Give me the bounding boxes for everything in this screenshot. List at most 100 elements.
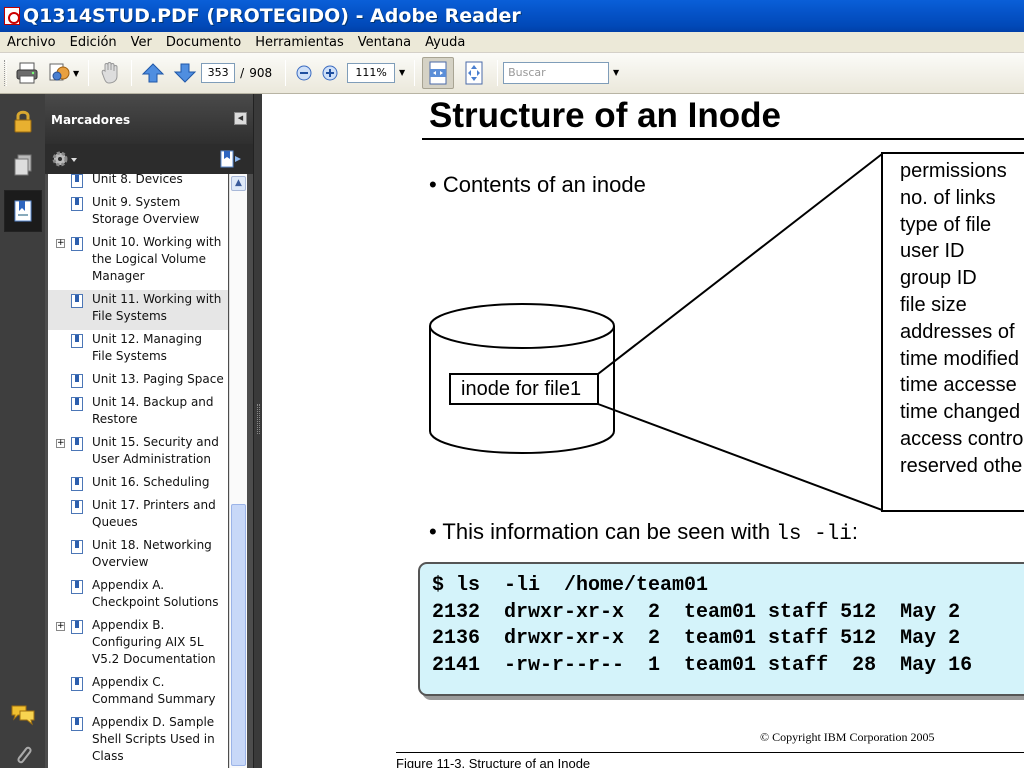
bookmark-item[interactable]: Unit 8. Devices [48,174,228,193]
bookmark-item[interactable]: Unit 9. System Storage Overview [48,193,228,233]
options-gear-icon[interactable] [51,150,79,168]
bookmark-item[interactable]: Unit 16. Scheduling [48,473,228,496]
inode-attribute: type of file [900,213,992,236]
pages-icon[interactable] [4,144,42,186]
search-dropdown-icon[interactable]: ▼ [609,63,623,83]
bookmarks-panel-header: Marcadores ◀ [45,94,253,144]
bullet-ls-cmd: ls -li [776,523,852,546]
menu-herramientas[interactable]: Herramientas [248,35,351,50]
bullet-ls-command: • This information can be seen with ls -… [429,519,858,546]
bookmark-item[interactable]: Unit 14. Backup and Restore [48,393,228,433]
bookmarks-tree: Unit 8. Devices Unit 9. System Storage Ov… [48,174,228,768]
security-lock-icon[interactable] [4,100,42,142]
zoom-out-icon[interactable] [293,59,315,87]
bookmark-item[interactable]: Appendix A. Checkpoint Solutions [48,576,228,616]
connector-line-top [597,153,883,375]
toolbar-grip[interactable] [4,60,7,86]
zoom-in-icon[interactable] [319,59,341,87]
bookmark-icon [71,580,83,594]
bullet-ls-end: : [851,519,859,544]
zoom-dropdown-icon[interactable]: ▼ [395,63,409,83]
search-input[interactable]: Buscar [503,62,610,84]
fit-page-icon[interactable] [458,59,490,87]
menu-edici-n[interactable]: Edición [63,35,124,50]
bookmark-icon [71,174,83,188]
zoom-level-input[interactable]: 111% [347,63,396,83]
document-view[interactable]: Structure of an Inode • Contents of an i… [262,94,1024,768]
scrollbar-thumb[interactable] [231,504,246,766]
bookmark-label: Unit 16. Scheduling [92,475,210,489]
toolbar-separator [88,60,90,86]
toolbar-separator [414,60,416,86]
bookmarks-toolbar [45,144,253,174]
bookmark-icon [71,374,83,388]
inode-attribute: reserved othe [900,454,1023,477]
menu-ventana[interactable]: Ventana [351,35,418,50]
menu-ayuda[interactable]: Ayuda [418,35,472,50]
bookmark-icon [71,620,83,634]
collaborate-dropdown-icon[interactable]: ▼ [73,69,79,78]
bookmark-label: Unit 10. Working with the Logical Volume… [92,235,222,283]
inode-attribute: group ID [900,267,977,290]
bookmark-item[interactable]: Appendix D. Sample Shell Scripts Used in… [48,713,228,768]
bookmark-label: Unit 17. Printers and Queues [92,498,216,529]
menu-ver[interactable]: Ver [124,35,159,50]
code-line: 2136 drwxr-xr-x 2 team01 staff 512 May 2 [432,627,961,650]
fit-width-icon[interactable] [422,57,455,89]
bookmark-item[interactable]: Appendix C. Command Summary [48,673,228,713]
bookmark-label: Unit 13. Paging Space [92,372,224,386]
expand-toggle-icon[interactable]: + [56,622,65,631]
page-number-input[interactable]: 353 [201,63,236,83]
bookmark-item[interactable]: + Unit 15. Security and User Administrati… [48,433,228,473]
bookmark-label: Appendix C. Command Summary [92,675,216,706]
bookmark-item[interactable]: + Unit 10. Working with the Logical Volum… [48,233,228,290]
menu-bar: Archivo Edición Ver Documento Herramientas Ve… [0,32,1024,53]
expand-bookmark-icon[interactable] [219,150,243,168]
bookmark-icon [71,477,83,491]
bookmark-item[interactable]: + Appendix B. Configuring AIX 5L V5.2 Doc… [48,616,228,673]
bookmark-icon [71,397,83,411]
bookmark-item[interactable]: Unit 17. Printers and Queues [48,496,228,536]
bookmarks-icon[interactable] [4,190,42,232]
bookmark-icon [71,500,83,514]
bookmark-icon [71,197,83,211]
bookmark-icon [71,334,83,348]
bookmarks-panel-title: Marcadores [51,113,131,127]
panel-splitter[interactable] [253,94,262,768]
expand-toggle-icon[interactable]: + [56,439,65,448]
expand-toggle-icon[interactable]: + [56,239,65,248]
bookmarks-scrollbar[interactable]: ▲ [229,174,247,768]
figure-caption: Figure 11-3. Structure of an Inode [396,756,591,768]
bookmark-icon [71,437,83,451]
menu-archivo[interactable]: Archivo [0,35,63,50]
footer-rule [396,752,1024,753]
panel-collapse-button[interactable]: ◀ [234,112,247,125]
inode-attribute: access contro [900,427,1024,450]
previous-page-icon[interactable] [139,59,167,87]
bookmark-item[interactable]: Unit 18. Networking Overview [48,536,228,576]
bookmark-icon [71,717,83,731]
hand-tool-icon[interactable] [96,59,124,87]
bookmark-item[interactable]: Unit 11. Working with File Systems [48,290,228,330]
inode-label: inode for file1 [461,378,582,400]
bookmark-item[interactable]: Unit 12. Managing File Systems [48,330,228,370]
next-page-icon[interactable] [171,59,199,87]
bookmark-icon [71,540,83,554]
print-icon[interactable] [13,59,41,87]
inode-attribute: addresses of [900,320,1015,343]
inode-attribute: time accesse [900,374,1017,397]
bookmark-label: Unit 12. Managing File Systems [92,332,202,363]
inode-attribute: time changed [900,401,1021,424]
toolbar-separator [497,60,499,86]
attachments-icon[interactable] [4,734,42,768]
scroll-up-icon[interactable]: ▲ [231,176,246,191]
inode-attribute: time modified [900,347,1019,370]
bookmark-label: Appendix D. Sample Shell Scripts Used in… [92,715,215,763]
collaborate-icon[interactable] [45,59,73,87]
menu-documento[interactable]: Documento [159,35,248,50]
navigation-rail [0,94,45,768]
bookmark-item[interactable]: Unit 13. Paging Space [48,370,228,393]
inode-attribute: no. of links [900,186,996,209]
pdf-page: Structure of an Inode • Contents of an i… [262,94,1024,768]
comments-icon[interactable] [4,694,42,736]
